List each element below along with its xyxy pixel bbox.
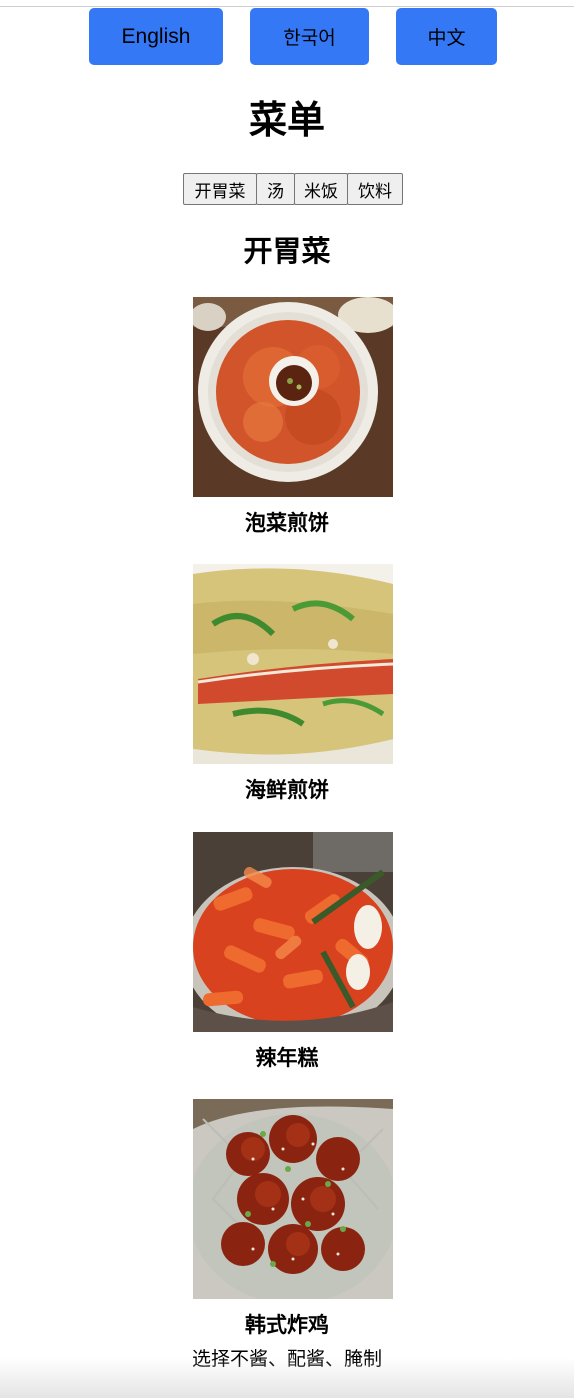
top-divider <box>0 6 574 7</box>
tab-soup[interactable]: 汤 <box>256 173 295 205</box>
tab-drinks[interactable]: 饮料 <box>347 173 403 205</box>
korean-language-button[interactable]: 한국어 <box>250 8 369 65</box>
category-tabs: 开胃菜 汤 米饭 饮料 <box>183 173 403 205</box>
chinese-language-button[interactable]: 中文 <box>396 8 497 65</box>
dish-name: 韩式炸鸡 <box>245 1313 329 1337</box>
tteokbokki-photo <box>193 832 393 1032</box>
seafood-pancake-photo <box>193 564 393 764</box>
tab-rice[interactable]: 米饭 <box>294 173 348 205</box>
page-title: 菜单 <box>248 98 325 142</box>
dish-description: 选择不酱、配酱、腌制 <box>191 1348 382 1370</box>
dish-name: 辣年糕 <box>255 1046 319 1070</box>
tab-appetizers[interactable]: 开胃菜 <box>183 173 257 205</box>
dish-name: 泡菜煎饼 <box>245 511 329 535</box>
dish-name: 海鲜煎饼 <box>245 778 329 802</box>
english-language-button[interactable]: English <box>89 8 223 65</box>
korean-fried-chicken-photo <box>193 1099 393 1299</box>
section-title: 开胃菜 <box>243 234 331 268</box>
kimchi-pancake-photo <box>193 297 393 497</box>
